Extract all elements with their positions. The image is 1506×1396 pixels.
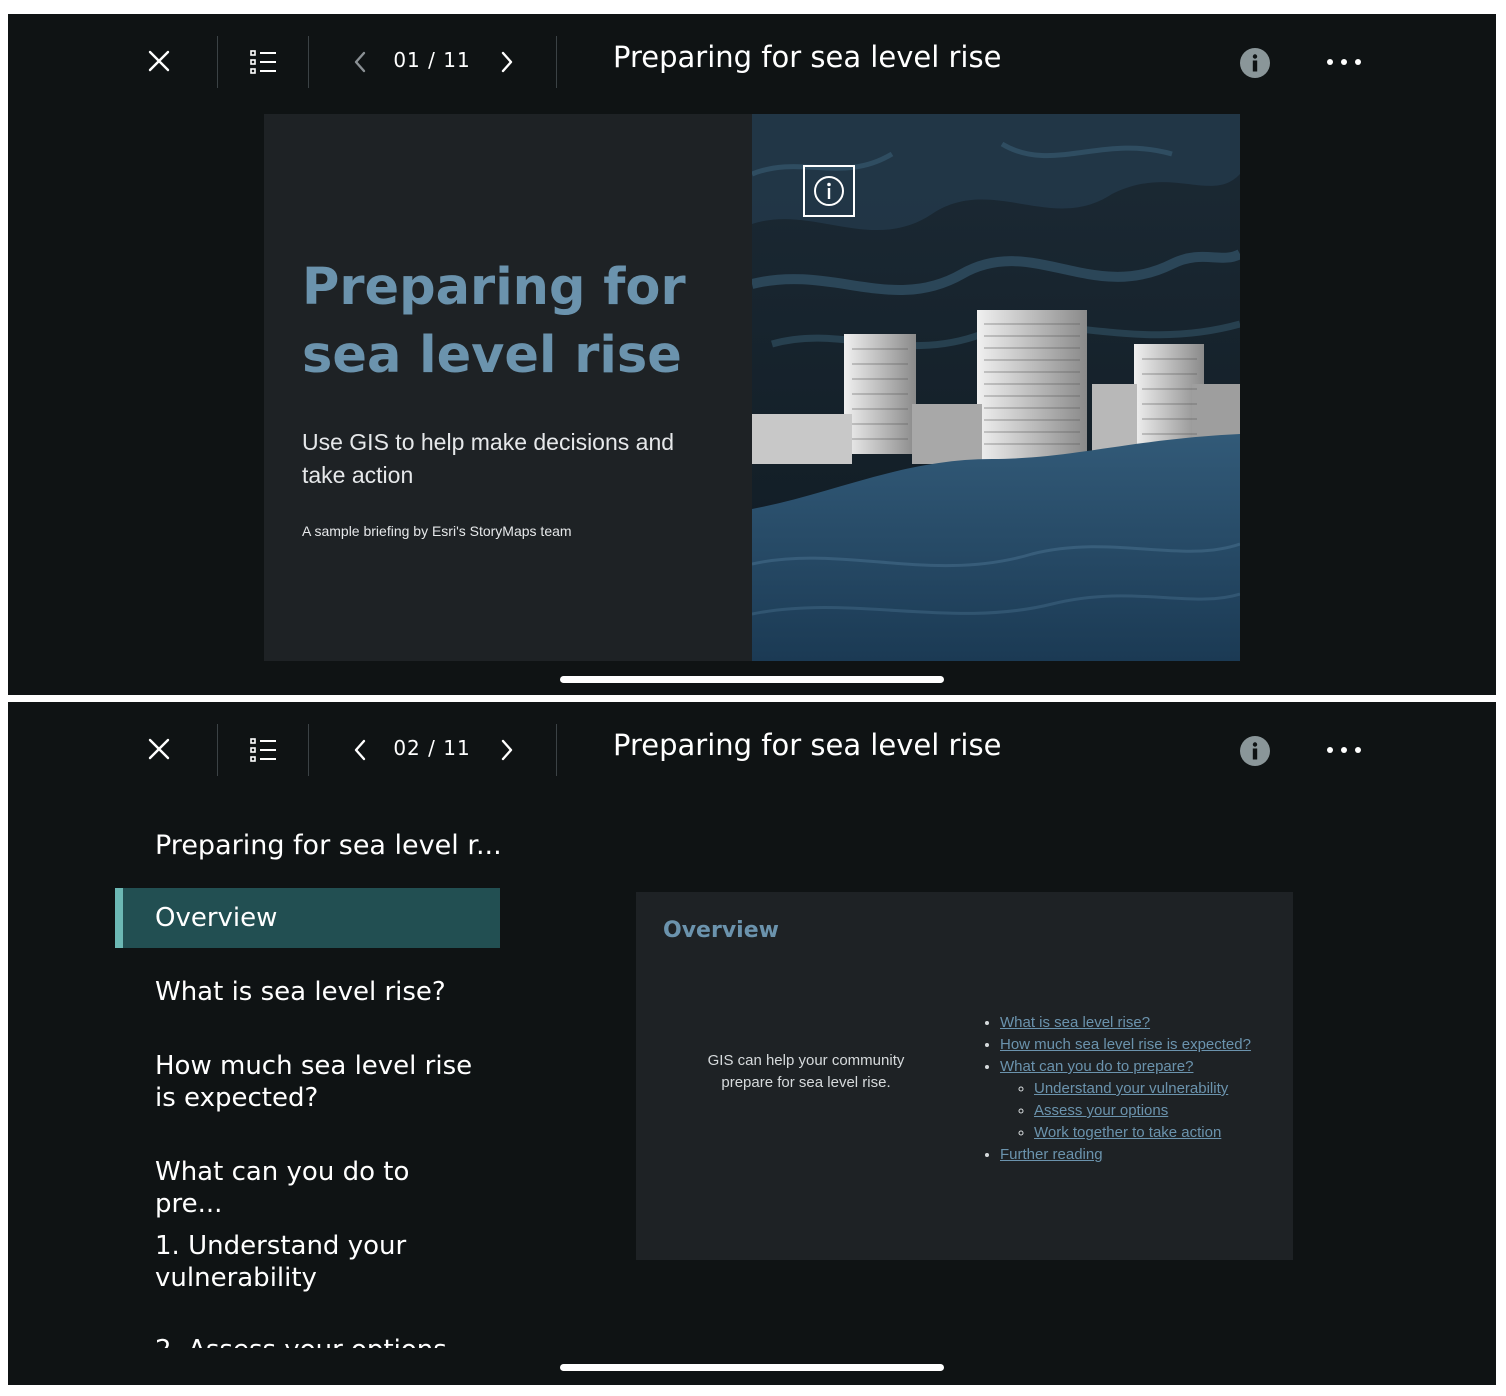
close-icon[interactable]: [147, 737, 171, 761]
info-icon[interactable]: [1240, 736, 1270, 766]
chevron-right-icon[interactable]: [498, 738, 516, 762]
slide-link[interactable]: What can you do to prepare?: [1000, 1058, 1193, 1075]
toc-item[interactable]: How much sea level rise is expected?: [115, 1050, 500, 1114]
toolbar-divider: [308, 36, 309, 88]
toc-item[interactable]: What is sea level rise?: [115, 976, 500, 1008]
story-title: Preparing for sea level rise: [613, 728, 1002, 762]
list-icon[interactable]: [250, 49, 278, 75]
toc-clip: 2. Assess your options: [115, 1332, 500, 1348]
more-icon[interactable]: [1326, 746, 1362, 754]
slide-sublink[interactable]: Understand your vulnerability: [1034, 1080, 1228, 1097]
slide-credit: A sample briefing by Esri's StoryMaps te…: [302, 523, 572, 539]
toolbar-divider: [556, 36, 557, 88]
top-toolbar: 01 / 11 Preparing for sea level rise: [8, 14, 1496, 110]
close-icon[interactable]: [147, 49, 171, 73]
chevron-left-icon[interactable]: [351, 50, 369, 74]
slide-link[interactable]: What is sea level rise?: [1000, 1014, 1150, 1031]
slide-subtitle: Use GIS to help make decisions and take …: [302, 429, 675, 488]
list-item: What is sea level rise?: [1000, 1012, 1290, 1034]
slide-sublink[interactable]: Assess your options: [1034, 1102, 1168, 1119]
slide-sublink[interactable]: Work together to take action: [1034, 1124, 1221, 1141]
info-icon[interactable]: [803, 165, 855, 217]
story-screen-1: 01 / 11 Preparing for sea level rise Pre…: [8, 14, 1496, 695]
overview-slide: Overview GIS can help your community pre…: [636, 892, 1293, 1260]
home-indicator[interactable]: [560, 676, 944, 683]
list-item: What can you do to prepare? Understand y…: [1000, 1056, 1290, 1144]
info-icon[interactable]: [1240, 48, 1270, 78]
list-item: Further reading: [1000, 1144, 1290, 1166]
slide-counter: 01 / 11: [393, 48, 471, 72]
toolbar-divider: [217, 724, 218, 776]
toc-item[interactable]: 1. Understand your vulnerability: [115, 1230, 500, 1294]
slide-link[interactable]: How much sea level rise is expected?: [1000, 1036, 1251, 1053]
chevron-right-icon[interactable]: [498, 50, 516, 74]
story-screen-2: 02 / 11 Preparing for sea level rise Pre…: [8, 702, 1496, 1385]
home-indicator[interactable]: [560, 1364, 944, 1371]
toc-item[interactable]: 2. Assess your options: [115, 1334, 500, 1348]
toolbar-divider: [556, 724, 557, 776]
list-item: Understand your vulnerability: [1034, 1078, 1290, 1100]
list-icon[interactable]: [250, 737, 278, 763]
chevron-left-icon[interactable]: [351, 738, 369, 762]
toolbar-divider: [308, 724, 309, 776]
slide-blurb: GIS can help your community prepare for …: [707, 1052, 905, 1091]
story-title: Preparing for sea level rise: [613, 40, 1002, 74]
slide-heading: Overview: [663, 918, 779, 943]
slide-link[interactable]: Further reading: [1000, 1146, 1103, 1163]
slide-sublink-list: Understand your vulnerability Assess you…: [1000, 1078, 1290, 1144]
slide-headline: Preparing for sea level rise: [302, 258, 686, 385]
top-toolbar: 02 / 11 Preparing for sea level rise: [8, 702, 1496, 798]
slide-counter: 02 / 11: [393, 736, 471, 760]
slide-link-list: What is sea level rise? How much sea lev…: [976, 1012, 1290, 1166]
toc-story-title[interactable]: Preparing for sea level r...: [155, 830, 502, 861]
toc-item[interactable]: What can you do to pre...: [115, 1156, 500, 1220]
cover-slide: Preparing for sea level rise Use GIS to …: [264, 114, 1240, 661]
toc-item-overview[interactable]: Overview: [115, 888, 500, 948]
toolbar-divider: [217, 36, 218, 88]
more-icon[interactable]: [1326, 58, 1362, 66]
list-item: Work together to take action: [1034, 1122, 1290, 1144]
list-item: Assess your options: [1034, 1100, 1290, 1122]
list-item: How much sea level rise is expected?: [1000, 1034, 1290, 1056]
